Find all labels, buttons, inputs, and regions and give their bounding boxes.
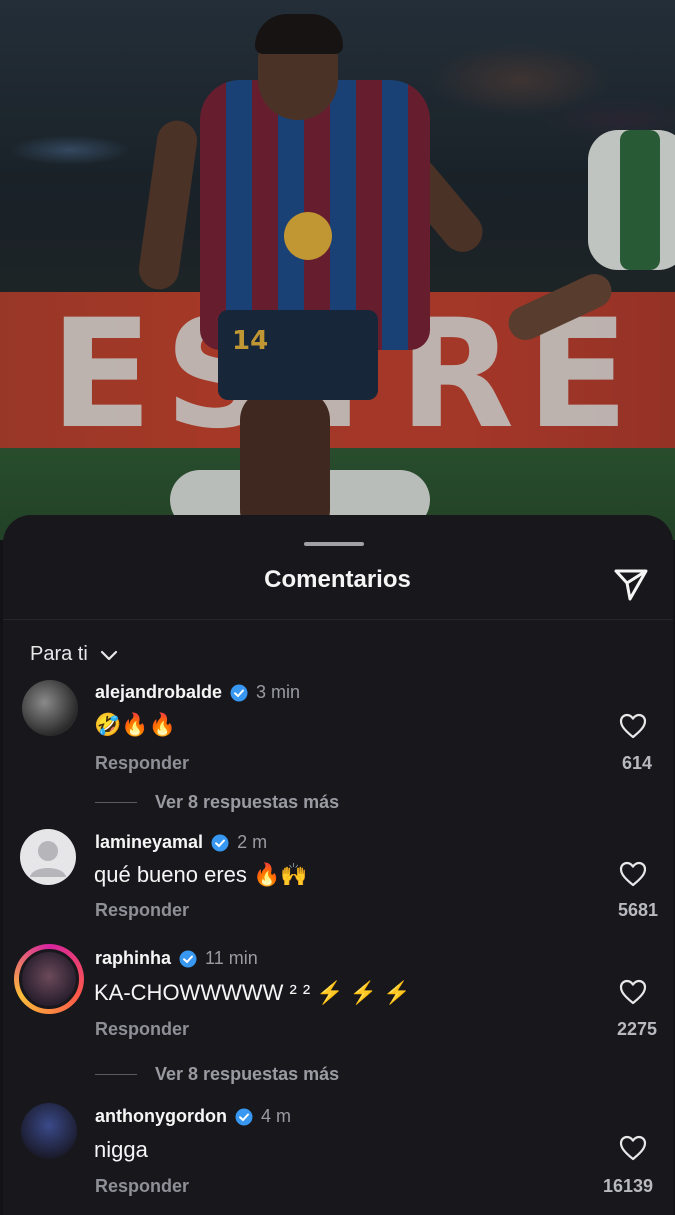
avatar[interactable] — [21, 1103, 77, 1159]
comment-text: qué bueno eres 🔥🙌 — [94, 862, 308, 887]
sheet-title: Comentarios — [264, 566, 411, 593]
post-photo: ESTRE 14 — [0, 0, 675, 540]
sort-filter-button[interactable]: Para ti — [30, 643, 120, 666]
like-count: 16139 — [602, 1176, 653, 1196]
comment-username-row: anthonygordon 4 m — [95, 1106, 291, 1127]
comment-username-row: alejandrobalde 3 min — [95, 682, 300, 703]
verified-badge-icon — [230, 684, 248, 701]
comment-time: 2 m — [237, 832, 268, 852]
verified-badge-icon — [211, 834, 229, 851]
comment-text: nigga — [94, 1137, 148, 1162]
like-count: 2275 — [616, 1019, 657, 1039]
username[interactable]: anthonygordon — [95, 1106, 227, 1127]
header-divider — [3, 619, 673, 620]
heart-icon[interactable] — [619, 861, 647, 887]
default-avatar-icon[interactable] — [20, 829, 76, 885]
view-more-replies-label: Ver 8 respuestas más — [155, 792, 340, 812]
send-icon[interactable] — [610, 563, 652, 605]
view-more-replies[interactable]: Ver 8 respuestas más — [95, 792, 339, 813]
reply-button[interactable]: Responder — [95, 1176, 189, 1197]
reply-button[interactable]: Responder — [95, 1019, 189, 1040]
username[interactable]: raphinha — [95, 948, 171, 969]
username[interactable]: alejandrobalde — [95, 682, 222, 703]
comment-text: KA-CHOWWWWW ² ² ⚡ ⚡ ⚡ — [94, 980, 411, 1005]
comment-text: 🤣🔥🔥 — [94, 712, 177, 737]
replies-line — [95, 1074, 137, 1075]
photo-shade — [0, 0, 675, 540]
reply-button[interactable]: Responder — [95, 753, 189, 774]
avatar[interactable] — [19, 949, 79, 1009]
comment-time: 11 min — [205, 948, 258, 968]
view-more-replies[interactable]: Ver 8 respuestas más — [95, 1064, 339, 1085]
replies-line — [95, 802, 137, 803]
heart-icon[interactable] — [619, 1135, 647, 1161]
username[interactable]: lamineyamal — [95, 832, 203, 853]
verified-badge-icon — [235, 1108, 253, 1125]
like-count: 5681 — [617, 900, 658, 920]
comment-username-row: raphinha 11 min — [95, 948, 258, 969]
comment-time: 4 m — [260, 1106, 291, 1126]
comment-time: 3 min — [256, 682, 301, 702]
heart-icon[interactable] — [619, 713, 647, 739]
filter-label: Para ti — [30, 643, 88, 665]
chevron-down-icon — [100, 650, 117, 660]
avatar[interactable] — [22, 680, 78, 736]
drag-handle[interactable] — [304, 542, 364, 546]
person-icon — [30, 841, 66, 877]
comment-username-row: lamineyamal 2 m — [95, 832, 267, 853]
verified-badge-icon — [179, 950, 197, 967]
reply-button[interactable]: Responder — [95, 900, 189, 921]
heart-icon[interactable] — [619, 979, 647, 1005]
view-more-replies-label: Ver 8 respuestas más — [155, 1064, 340, 1084]
like-count: 614 — [621, 753, 652, 773]
